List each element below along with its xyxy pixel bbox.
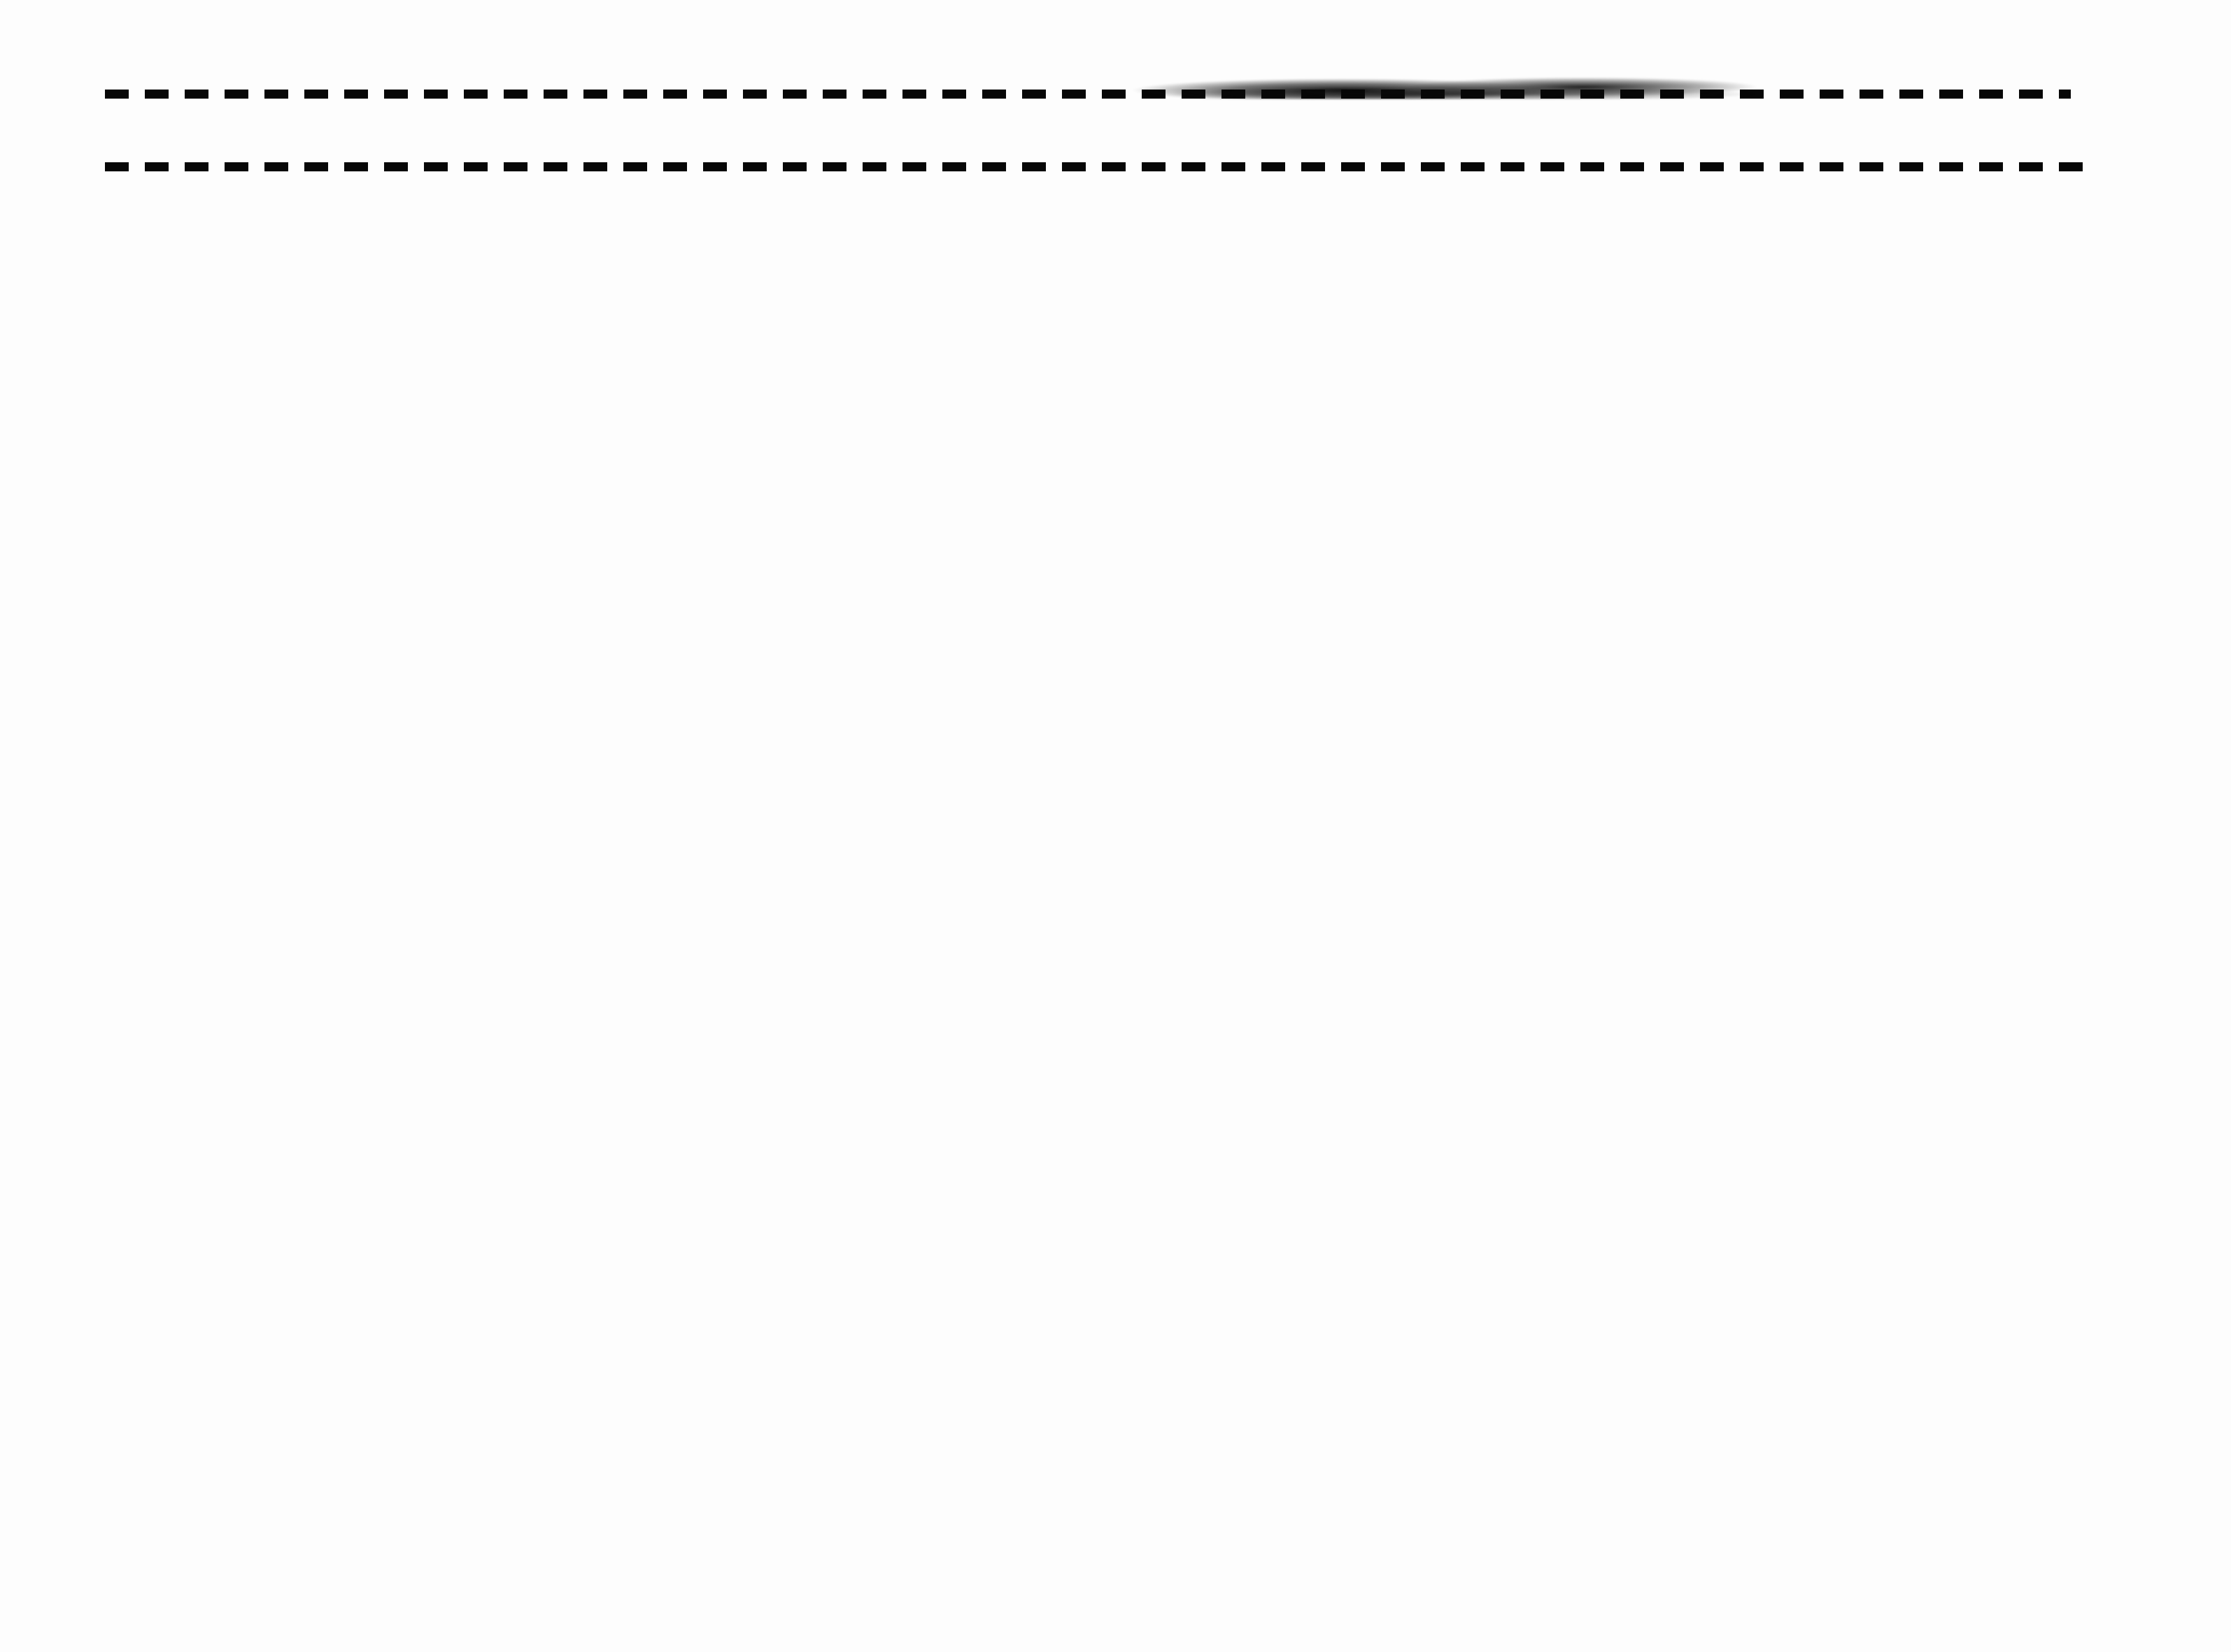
scanned-page bbox=[0, 0, 2231, 1652]
header-rule-top bbox=[105, 90, 2071, 99]
column-number-header bbox=[0, 105, 2231, 157]
header-rule-bottom bbox=[105, 162, 2085, 171]
